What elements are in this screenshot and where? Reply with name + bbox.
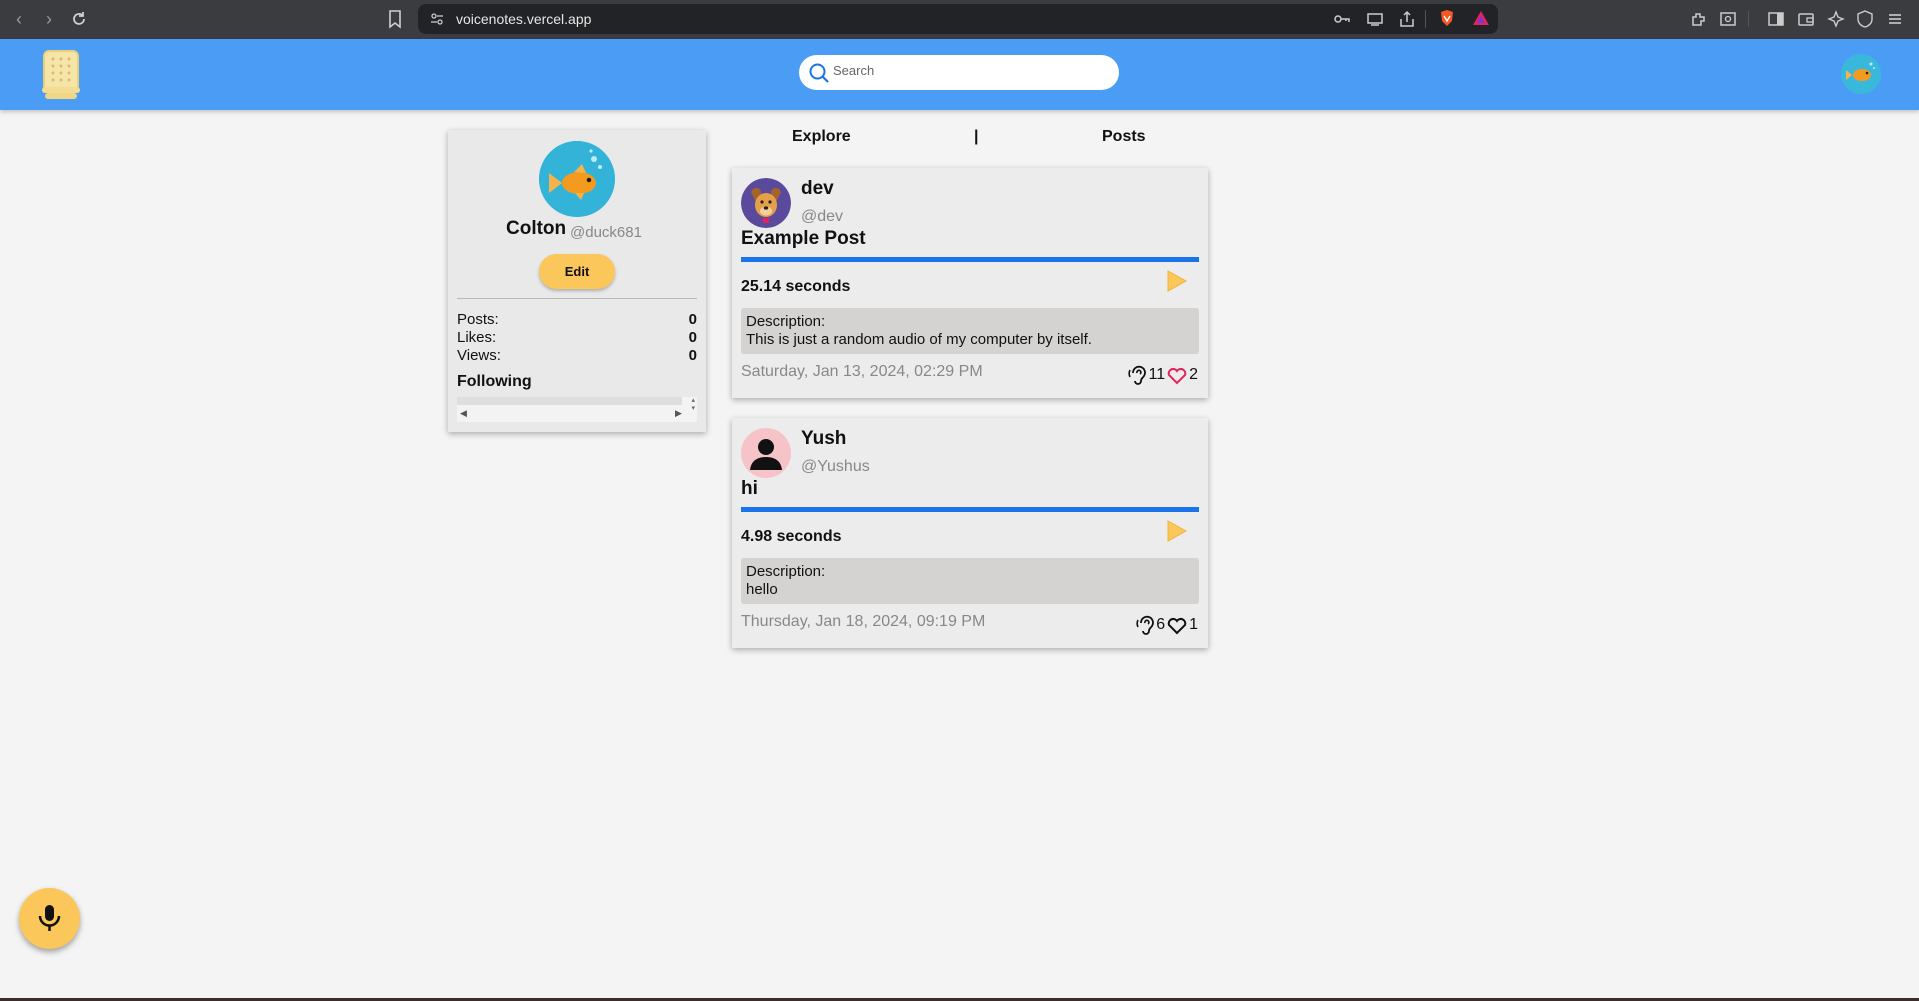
- post-stats: 11 2: [1128, 364, 1198, 386]
- listen-count: 11: [1148, 366, 1166, 383]
- key-icon[interactable]: [1333, 10, 1351, 28]
- app-header: [0, 39, 1919, 110]
- post-description: Description: hello: [741, 558, 1199, 604]
- post-author-avatar[interactable]: [741, 428, 791, 478]
- brave-shields-icon[interactable]: [1438, 9, 1456, 27]
- description-label: Description:: [746, 563, 826, 580]
- post-title: hi: [741, 478, 758, 499]
- stat-value: 0: [688, 311, 697, 328]
- brave-rewards-icon[interactable]: [1472, 9, 1490, 27]
- dog-avatar-icon: [741, 178, 791, 228]
- goldfish-icon: [1841, 54, 1881, 94]
- vpn-icon[interactable]: [1856, 10, 1874, 28]
- post-title: Example Post: [741, 228, 866, 249]
- post-date: Saturday, Jan 13, 2024, 02:29 PM: [741, 363, 983, 380]
- post-author-name[interactable]: dev: [801, 178, 834, 200]
- following-heading: Following: [457, 373, 532, 390]
- listen-count: 6: [1156, 616, 1166, 633]
- post-author-handle: @dev: [801, 208, 844, 225]
- reload-icon[interactable]: [70, 10, 88, 28]
- tab-explore[interactable]: Explore: [792, 128, 851, 146]
- post-author-name[interactable]: Yush: [801, 428, 846, 450]
- sidebar-icon[interactable]: [1767, 10, 1785, 28]
- post-description: Description: This is just a random audio…: [741, 308, 1199, 354]
- search-bar[interactable]: [799, 55, 1119, 90]
- post-stats: 6 1: [1136, 614, 1198, 636]
- profile-name: Colton: [506, 218, 567, 239]
- post-author-avatar[interactable]: [741, 178, 791, 228]
- edit-profile-button[interactable]: Edit: [539, 254, 615, 289]
- following-list[interactable]: ▴ ▾ ◀ ▶: [457, 397, 697, 422]
- back-icon[interactable]: ‹: [8, 8, 30, 30]
- browser-toolbar: ‹ › voicenotes.vercel.app: [0, 0, 1919, 39]
- audio-progress-bar[interactable]: [741, 507, 1199, 512]
- extensions-icon[interactable]: [1690, 10, 1708, 28]
- stat-value: 0: [688, 347, 697, 364]
- record-button[interactable]: [19, 888, 80, 949]
- toolbar-divider: [1748, 11, 1749, 27]
- stat-label: Likes:: [457, 329, 497, 346]
- goldfish-icon: [539, 141, 615, 217]
- bookmark-icon[interactable]: [387, 9, 403, 29]
- like-count: 1: [1189, 616, 1198, 633]
- description-label: Description:: [746, 313, 826, 330]
- address-bar[interactable]: voicenotes.vercel.app: [418, 4, 1498, 34]
- audio-duration: 4.98 seconds: [741, 528, 842, 545]
- play-icon[interactable]: [1162, 516, 1190, 546]
- audio-progress-bar[interactable]: [741, 257, 1199, 262]
- forward-icon[interactable]: ›: [38, 8, 60, 30]
- description-text: hello: [746, 581, 778, 598]
- url-text: voicenotes.vercel.app: [456, 11, 592, 27]
- wallet-icon[interactable]: [1797, 10, 1815, 28]
- share-icon[interactable]: [1398, 10, 1416, 28]
- post-card: Yush @Yushus hi 4.98 seconds Description…: [732, 418, 1208, 648]
- tab-separator: |: [974, 128, 979, 145]
- heart-icon[interactable]: [1165, 614, 1189, 636]
- post-date: Thursday, Jan 18, 2024, 09:19 PM: [741, 613, 986, 630]
- app-logo-icon[interactable]: [40, 49, 82, 101]
- listen-icon: [1136, 615, 1155, 635]
- audio-duration: 25.14 seconds: [741, 278, 851, 295]
- stat-views: Views: 0: [457, 347, 697, 365]
- stat-likes: Likes: 0: [457, 329, 697, 347]
- stat-value: 0: [688, 329, 697, 346]
- profile-card: Colton @duck681 Edit Posts: 0 Likes: 0 V…: [448, 130, 706, 432]
- user-avatar[interactable]: [1841, 54, 1881, 94]
- search-icon: [809, 63, 829, 83]
- like-count: 2: [1189, 366, 1198, 383]
- stat-posts: Posts: 0: [457, 311, 697, 329]
- microphone-icon: [38, 905, 61, 931]
- scroll-spinner-icon[interactable]: ▴ ▾: [691, 397, 695, 413]
- profile-avatar: [539, 141, 615, 217]
- heart-icon[interactable]: [1165, 364, 1189, 386]
- stat-label: Posts:: [457, 311, 499, 328]
- post-card: dev @dev Example Post 25.14 seconds Desc…: [732, 168, 1208, 398]
- toolbar-divider: [1425, 10, 1426, 28]
- listen-icon: [1128, 365, 1147, 385]
- following-scroll-track: [457, 397, 682, 405]
- tab-posts[interactable]: Posts: [1102, 128, 1146, 146]
- leo-ai-icon[interactable]: [1827, 10, 1845, 28]
- menu-icon[interactable]: [1886, 10, 1904, 28]
- description-text: This is just a random audio of my comput…: [746, 331, 1092, 348]
- scroll-right-icon[interactable]: ▶: [675, 408, 682, 419]
- profile-divider: [457, 298, 697, 299]
- site-settings-icon[interactable]: [430, 12, 444, 26]
- stat-label: Views:: [457, 347, 501, 364]
- screenshot-icon[interactable]: [1719, 10, 1737, 28]
- scroll-left-icon[interactable]: ◀: [460, 408, 467, 419]
- play-icon[interactable]: [1162, 266, 1190, 296]
- search-input[interactable]: [833, 63, 1093, 78]
- post-author-handle: @Yushus: [801, 458, 870, 475]
- profile-handle: @duck681: [570, 224, 642, 241]
- cast-icon[interactable]: [1366, 10, 1384, 28]
- default-user-icon: [741, 428, 791, 478]
